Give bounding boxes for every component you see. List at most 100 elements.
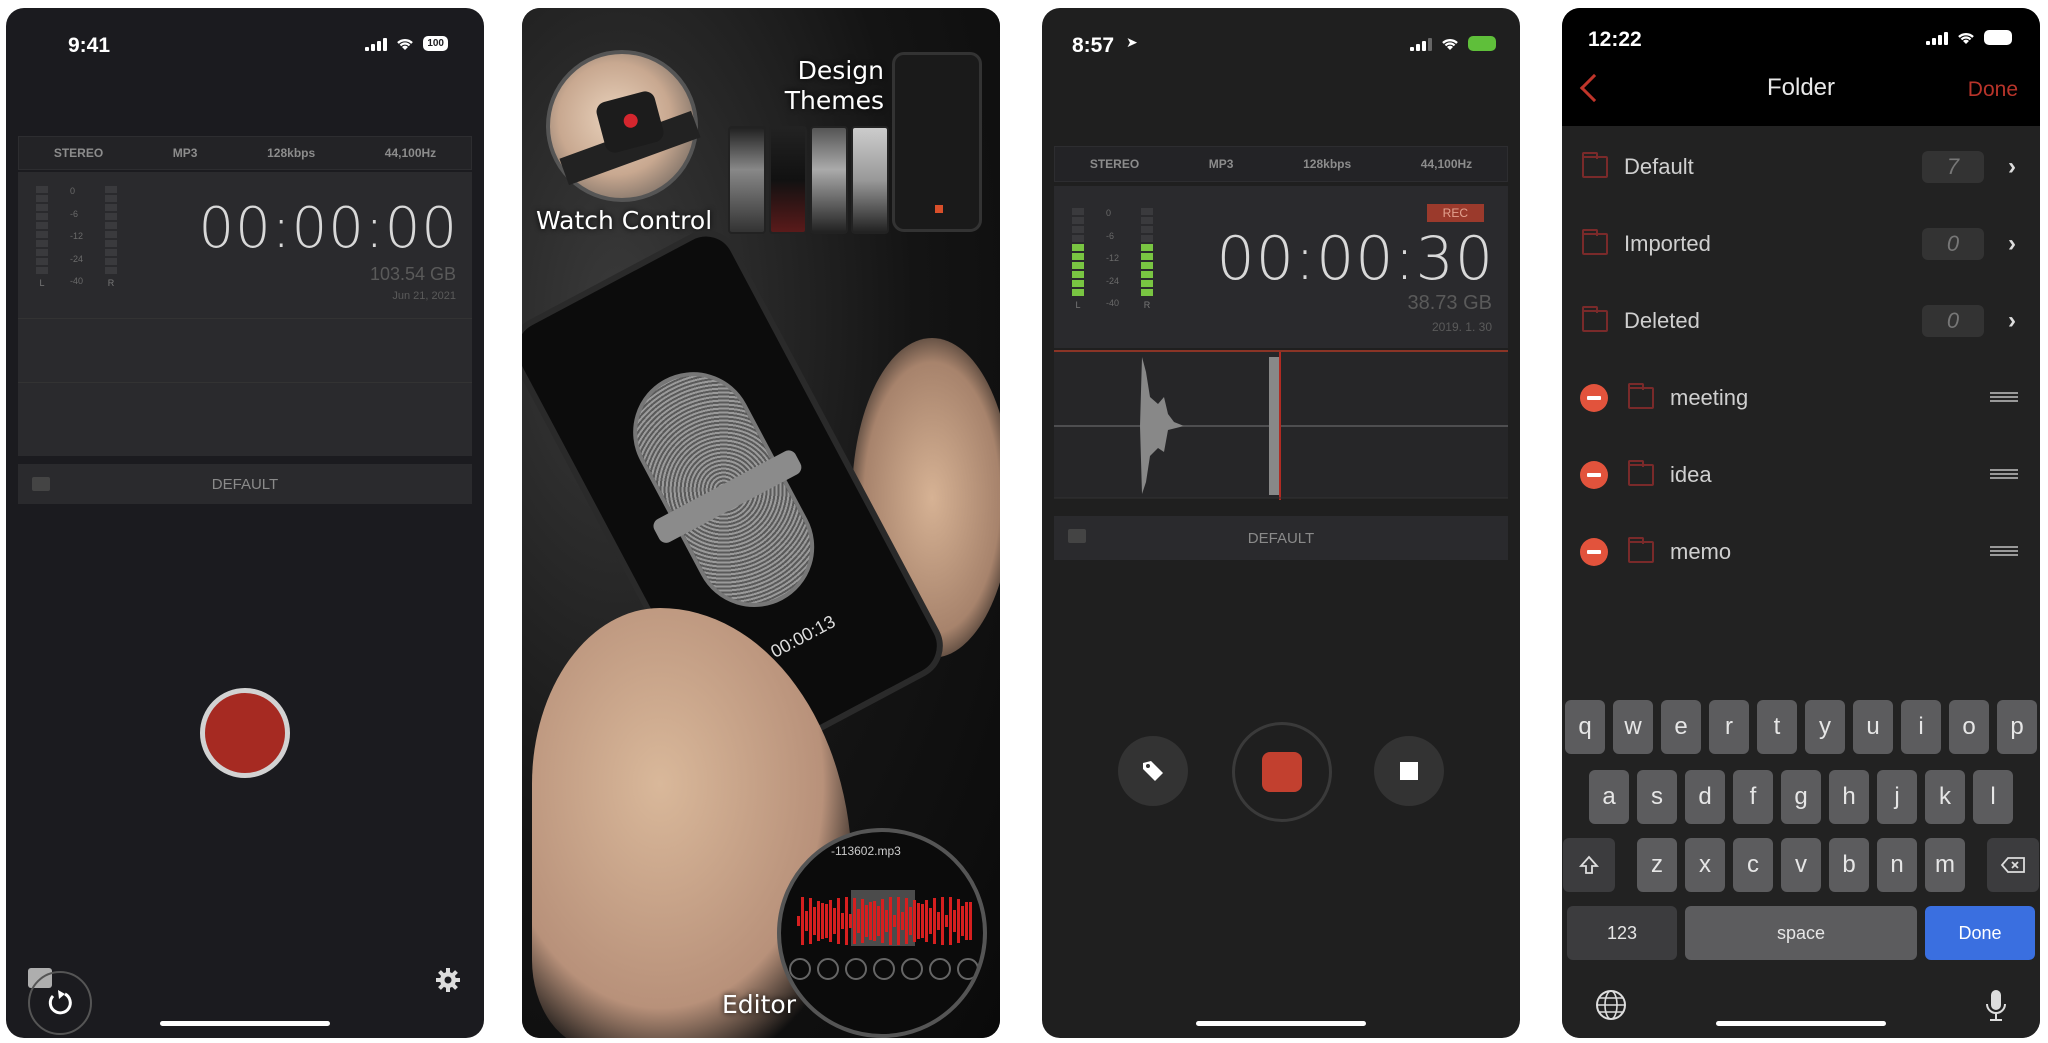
meter-segment [36,267,48,274]
key-u[interactable]: u [1853,700,1893,754]
meter-left-channel: L [1072,208,1084,310]
microphone-icon[interactable] [1984,988,2008,1024]
folder-selector[interactable]: DEFAULT [18,464,472,504]
key-z[interactable]: z [1637,838,1677,892]
waveform-bar [925,900,928,942]
key-w[interactable]: w [1613,700,1653,754]
folder-name: Imported [1624,230,1711,256]
key-m[interactable]: m [1925,838,1965,892]
status-bar: 8:57 ➤ [1042,28,1520,68]
meter-segment [1072,253,1084,260]
waveform-bar [877,905,880,937]
waveform-view[interactable] [1054,350,1508,500]
globe-icon[interactable] [1594,988,1628,1022]
key-f[interactable]: f [1733,770,1773,824]
stop-icon [1400,762,1418,780]
shift-key[interactable] [1563,838,1615,892]
meter-right-channel: R [1141,208,1154,310]
keyboard-row: 123 space Done [1562,906,2040,960]
waveform-bar [897,897,900,945]
key-q[interactable]: q [1565,700,1605,754]
stop-button[interactable] [1374,736,1444,806]
folder-name: Default [1624,153,1694,179]
key-r[interactable]: r [1709,700,1749,754]
delete-button[interactable] [1580,537,1608,566]
level-meter: L 0 -6 -12 -24 -40 R [36,186,118,288]
format-bar[interactable]: STEREO MP3 128kbps 44,100Hz [18,136,472,170]
key-b[interactable]: b [1829,838,1869,892]
status-time: 8:57 [1072,34,1115,57]
meter-segment [105,204,118,211]
user-folder-row[interactable]: idea [1562,436,2040,513]
record-pause-button[interactable] [1232,722,1332,822]
waveform-bar [853,897,856,945]
key-a[interactable]: a [1589,770,1629,824]
folder-selector[interactable]: DEFAULT [1054,516,1508,560]
gear-icon[interactable] [434,966,462,994]
nav-bar: 12:22 Folder Done [1562,8,2040,126]
battery-icon: 100 [423,36,448,51]
key-g[interactable]: g [1781,770,1821,824]
format-bar[interactable]: STEREO MP3 128kbps 44,100Hz [1054,146,1508,182]
key-j[interactable]: j [1877,770,1917,824]
delete-button[interactable] [1580,460,1608,489]
backspace-icon [2000,857,2025,873]
theme-thumb [851,126,889,234]
record-button[interactable] [200,688,290,778]
key-v[interactable]: v [1781,838,1821,892]
key-c[interactable]: c [1733,838,1773,892]
waveform-bar [913,900,916,942]
key-e[interactable]: e [1661,700,1701,754]
key-k[interactable]: k [1925,770,1965,824]
key-t[interactable]: t [1757,700,1797,754]
theme-thumb [769,126,807,234]
folder-row[interactable]: Default 7 › [1562,128,2040,205]
delete-button[interactable] [1580,383,1608,412]
user-folder-row[interactable]: memo [1562,513,2040,590]
meter-segment [1072,217,1084,224]
space-key[interactable]: space [1685,906,1917,960]
key-d[interactable]: d [1685,770,1725,824]
reorder-handle-icon[interactable] [1990,468,2018,481]
tag-button[interactable] [1118,736,1188,806]
level-meter: L 0 -6 -12 -24 -40 R [1072,208,1154,310]
done-button[interactable]: Done [1968,78,2018,102]
wifi-icon [1958,32,1974,44]
meter-scale: 0 -6 -12 -24 -40 [1106,208,1120,308]
meter-segment [1141,244,1154,251]
key-i[interactable]: i [1901,700,1941,754]
home-indicator [1196,1021,1366,1026]
key-l[interactable]: l [1973,770,2013,824]
done-key[interactable]: Done [1925,906,2035,960]
key-y[interactable]: y [1805,700,1845,754]
signal-icon [365,37,388,51]
key-x[interactable]: x [1685,838,1725,892]
user-folder-row[interactable]: meeting [1562,359,2040,436]
waveform-bar [829,899,832,943]
key-o[interactable]: o [1949,700,1989,754]
waveform-bar [797,916,800,926]
reorder-handle-icon[interactable] [1990,391,2018,404]
meter-segment [36,249,48,256]
key-n[interactable]: n [1877,838,1917,892]
undo-button[interactable] [28,971,92,1035]
wifi-icon [397,38,414,50]
key-s[interactable]: s [1637,770,1677,824]
waveform-bar [961,905,964,937]
meter-segment [1072,280,1084,287]
battery-charging-icon [1468,36,1496,51]
key-p[interactable]: p [1997,700,2037,754]
folder-row[interactable]: Imported 0 › [1562,205,2040,282]
numbers-key[interactable]: 123 [1567,906,1677,960]
folder-row[interactable]: Deleted 0 › [1562,282,2040,359]
status-bar: 9:41 100 [6,28,484,68]
editor-preview: -113602.mp3 [777,828,987,1038]
backspace-key[interactable] [1987,838,2039,892]
meter-segment [36,240,48,247]
waveform-bar [833,908,836,934]
format-channel: STEREO [53,146,104,160]
reorder-handle-icon[interactable] [1990,545,2018,558]
key-h[interactable]: h [1829,770,1869,824]
waveform-bar [889,897,892,945]
tag-icon [1143,761,1163,781]
